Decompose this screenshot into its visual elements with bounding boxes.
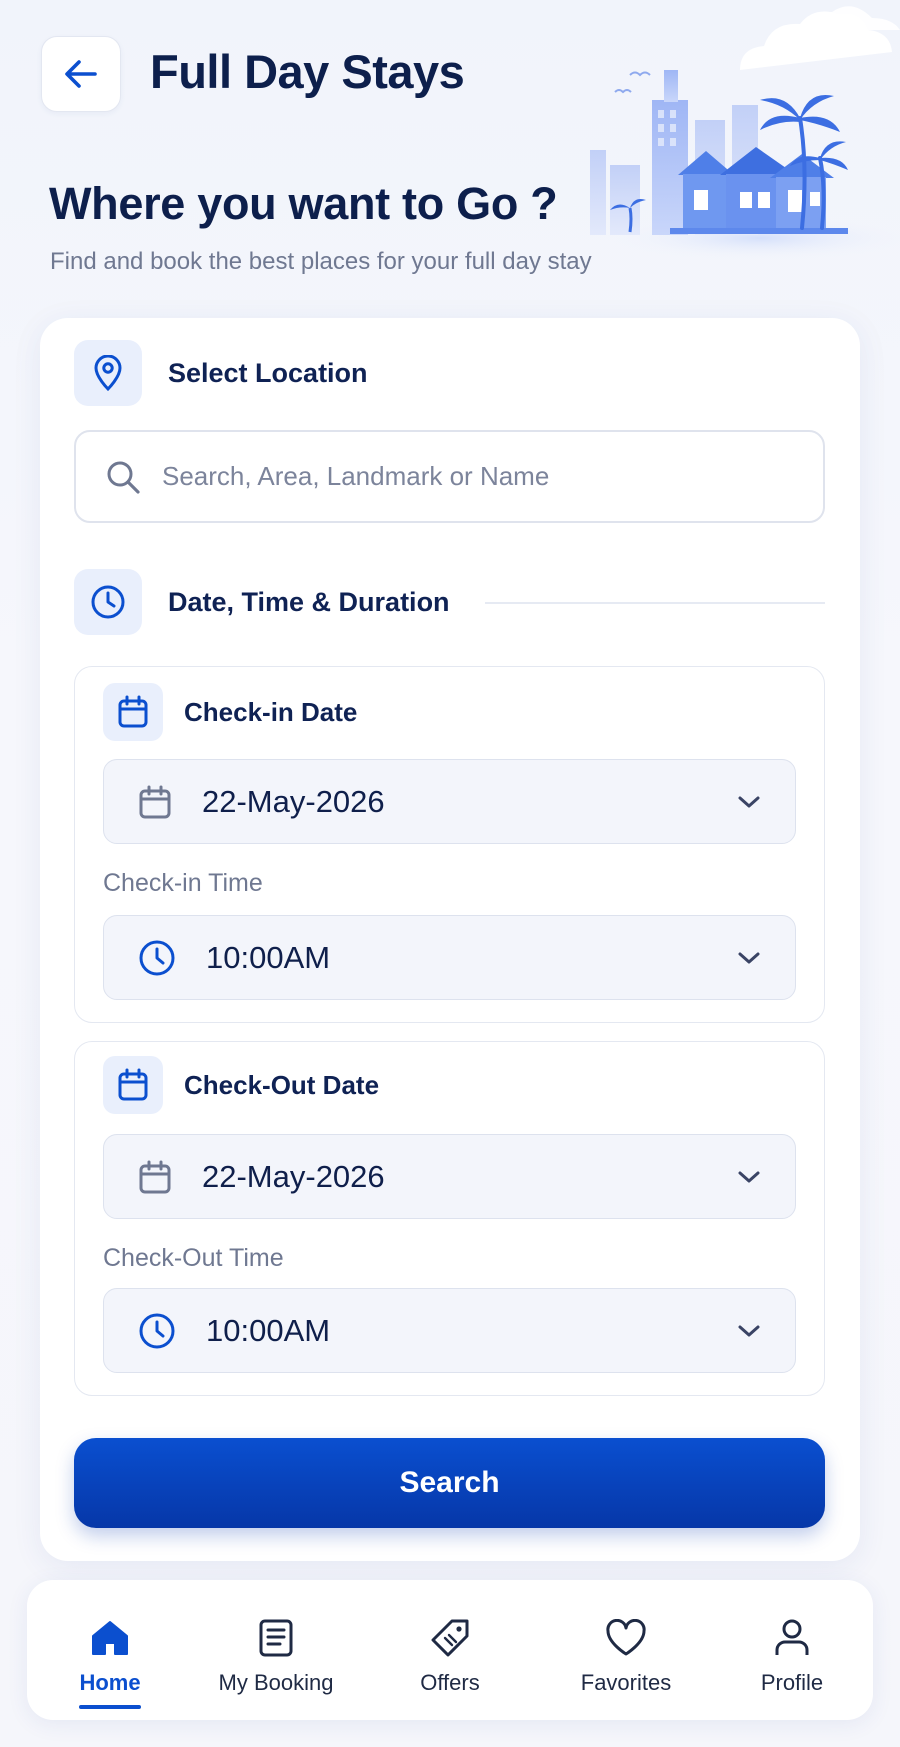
location-section-header: Select Location	[74, 340, 368, 406]
chevron-down-icon	[738, 952, 760, 963]
nav-item-offers[interactable]: Offers	[375, 1580, 525, 1720]
calendar-icon-tile	[103, 683, 163, 741]
calendar-icon	[139, 1160, 171, 1193]
clock-icon-tile	[74, 569, 142, 635]
checkin-time-value: 10:00AM	[206, 939, 331, 975]
nav-item-my-booking[interactable]: My Booking	[201, 1580, 351, 1720]
user-icon	[775, 1619, 809, 1655]
clock-icon	[139, 1313, 175, 1348]
chevron-down-icon	[738, 1171, 760, 1182]
section-divider	[485, 602, 825, 604]
calendar-icon-tile	[103, 1056, 163, 1114]
checkout-date-select[interactable]: 22-May-2026	[103, 1134, 796, 1219]
search-button[interactable]: Search	[74, 1438, 825, 1528]
nav-label-profile: Profile	[760, 1670, 824, 1695]
headline: Where you want to Go ?	[49, 178, 558, 229]
heart-icon	[606, 1619, 646, 1656]
nav-label-favorites: Favorites	[580, 1670, 672, 1695]
subtitle: Find and book the best places for your f…	[50, 248, 592, 275]
arrow-left-icon	[65, 60, 97, 88]
checkout-time-select[interactable]: 10:00AM	[103, 1288, 796, 1373]
checkout-date-label: Check-Out Date	[184, 1069, 380, 1100]
clock-icon	[91, 585, 125, 619]
back-button[interactable]	[41, 36, 121, 112]
checkout-date-header: Check-Out Date	[103, 1056, 379, 1114]
calendar-icon	[118, 695, 148, 728]
checkout-time-value: 10:00AM	[206, 1312, 331, 1348]
chevron-down-icon	[738, 1325, 760, 1336]
nav-item-profile[interactable]: Profile	[717, 1580, 867, 1720]
page-title: Full Day Stays	[150, 45, 465, 98]
chevron-down-icon	[738, 796, 760, 807]
checkin-date-value: 22-May-2026	[202, 783, 385, 819]
nav-item-favorites[interactable]: Favorites	[551, 1580, 701, 1720]
nav-item-home[interactable]: Home	[35, 1580, 185, 1720]
tag-icon	[431, 1619, 469, 1657]
checkin-date-label: Check-in Date	[184, 696, 358, 727]
location-search-field[interactable]	[74, 430, 825, 523]
checkin-date-select[interactable]: 22-May-2026	[103, 759, 796, 844]
location-search-input[interactable]	[162, 461, 762, 492]
schedule-section-header: Date, Time & Duration	[74, 569, 450, 635]
city-villa-illustration	[590, 6, 900, 260]
nav-label-home: Home	[79, 1670, 141, 1695]
calendar-icon	[139, 785, 171, 818]
clock-icon	[139, 940, 175, 975]
checkout-time-label: Check-Out Time	[103, 1244, 284, 1272]
home-icon	[92, 1621, 128, 1655]
search-icon	[107, 461, 140, 494]
location-icon-tile	[74, 340, 142, 406]
booking-card: Select Location Date, Time & Duration	[40, 318, 860, 1561]
nav-label-my-booking: My Booking	[218, 1670, 334, 1695]
header: Full Day Stays Where you want to Go ? Fi…	[0, 0, 900, 290]
checkin-date-header: Check-in Date	[103, 683, 357, 741]
nav-label-offers: Offers	[420, 1670, 480, 1695]
bottom-navigation: Home My Booking Offers Favorites Profile	[27, 1580, 873, 1720]
location-section-title: Select Location	[168, 357, 368, 388]
document-list-icon	[259, 1619, 293, 1657]
checkin-group: Check-in Date 22-May-2026 Check-in Time …	[74, 666, 825, 1023]
checkin-time-label: Check-in Time	[103, 869, 263, 897]
schedule-section-title: Date, Time & Duration	[168, 586, 450, 617]
calendar-icon	[118, 1068, 148, 1101]
active-tab-indicator	[79, 1705, 141, 1709]
checkin-time-select[interactable]: 10:00AM	[103, 915, 796, 1000]
checkout-date-value: 22-May-2026	[202, 1158, 385, 1194]
location-pin-icon	[94, 355, 122, 391]
checkout-group: Check-Out Date 22-May-2026 Check-Out Tim…	[74, 1041, 825, 1396]
